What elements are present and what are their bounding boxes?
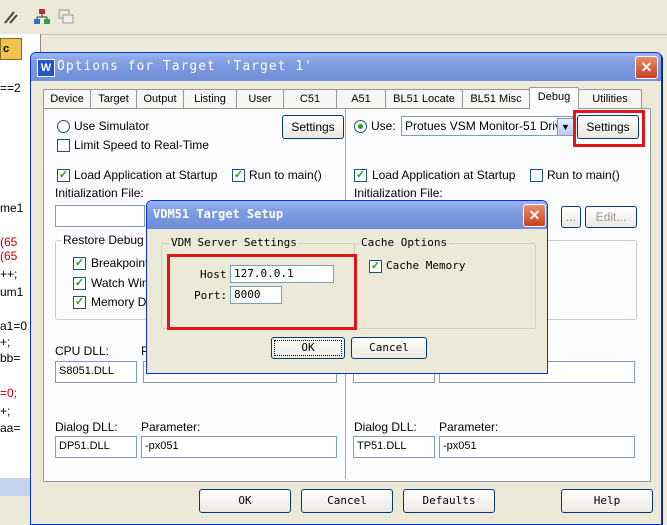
watch-checkbox[interactable]: ✓ — [73, 277, 86, 290]
right-run-to-main-checkbox[interactable] — [530, 169, 543, 182]
ide-toolbar — [0, 0, 667, 35]
tab-bl51-locate[interactable]: BL51 Locate — [385, 89, 463, 108]
tab-debug[interactable]: Debug — [529, 87, 579, 109]
defaults-button[interactable]: Defaults — [403, 489, 495, 513]
right-load-app-checkbox[interactable]: ✓ — [354, 169, 367, 182]
edit-button[interactable]: Edit... — [585, 206, 637, 228]
vdm-server-title: VDM Server Settings — [169, 236, 299, 249]
vdm-cancel-button[interactable]: Cancel — [351, 337, 427, 359]
right-dialog-dll-input[interactable]: TP51.DLL — [353, 436, 435, 458]
cpu-dll-input[interactable]: S8051.DLL — [55, 361, 137, 383]
help-button[interactable]: Help — [561, 489, 653, 513]
tab-device[interactable]: Device — [43, 89, 91, 108]
restore-debug-title: Restore Debug S — [61, 233, 158, 247]
tab-target[interactable]: Target — [90, 89, 137, 108]
code-line: +; — [0, 335, 11, 349]
simulator-settings-button[interactable]: Settings — [282, 115, 344, 139]
vdm-title: VDM51 Target Setup — [153, 207, 284, 221]
right-dialog-param-input[interactable]: -px051 — [439, 436, 635, 458]
vdm-close-icon[interactable]: ✕ — [523, 204, 546, 227]
cancel-button[interactable]: Cancel — [301, 489, 393, 513]
right-load-app-label: Load Application at Startup — [372, 168, 516, 182]
cpu-dll-label: CPU DLL: — [55, 344, 110, 358]
vdm-titlebar[interactable]: VDM51 Target Setup ✕ — [147, 201, 547, 229]
code-line: um1 — [0, 285, 24, 299]
limit-speed-label: Limit Speed to Real-Time — [74, 138, 209, 152]
run-to-main-checkbox[interactable]: ✓ — [232, 169, 245, 182]
code-line: ==2 — [0, 81, 21, 95]
tool-icon[interactable] — [2, 7, 22, 27]
ok-button[interactable]: OK — [199, 489, 291, 513]
memory-checkbox[interactable]: ✓ — [73, 296, 86, 309]
dialog-param-label: Parameter: — [141, 420, 201, 434]
host-port-highlight — [167, 254, 357, 330]
code-line: ++; — [0, 267, 18, 281]
cache-memory-checkbox[interactable]: ✓ — [369, 260, 382, 273]
tab-output[interactable]: Output — [136, 89, 184, 108]
hierarchy-icon[interactable] — [32, 7, 52, 27]
tab-listing[interactable]: Listing — [183, 89, 237, 108]
init-file-label: Initialization File: — [55, 186, 144, 200]
options-titlebar[interactable]: W Options for Target 'Target 1' ✕ — [31, 53, 661, 81]
chevron-down-icon[interactable]: ▼ — [557, 118, 574, 136]
driver-select[interactable]: Protues VSM Monitor-51 Driver — [401, 116, 573, 136]
tab-bl51-misc[interactable]: BL51 Misc — [462, 89, 530, 108]
settings-highlight — [573, 110, 645, 147]
code-line: bb= — [0, 351, 21, 365]
tab-a51[interactable]: A51 — [336, 89, 386, 108]
limit-speed-checkbox[interactable] — [57, 139, 70, 152]
tab-c51[interactable]: C51 — [283, 89, 337, 108]
breakpoints-checkbox[interactable]: ✓ — [73, 257, 86, 270]
code-line: (65 — [0, 249, 18, 263]
cache-options-title: Cache Options — [359, 236, 450, 249]
run-to-main-label: Run to main() — [249, 168, 322, 182]
watch-label: Watch Win — [91, 276, 149, 290]
code-line: a1=0 — [0, 319, 28, 333]
file-tab[interactable]: c — [0, 38, 22, 60]
use-simulator-radio[interactable] — [57, 120, 70, 133]
load-app-label: Load Application at Startup — [74, 168, 218, 182]
right-run-to-main-label: Run to main() — [547, 168, 620, 182]
code-line: =0; — [0, 386, 18, 400]
right-init-file-label: Initialization File: — [354, 186, 443, 200]
code-line: aa= — [0, 421, 21, 435]
dialog-dll-label: Dialog DLL: — [55, 420, 118, 434]
close-icon[interactable]: ✕ — [635, 56, 658, 79]
dialog-param-input[interactable]: -px051 — [141, 436, 337, 458]
code-line: me1 — [0, 201, 24, 215]
vdm-ok-button[interactable]: OK — [271, 337, 345, 359]
cache-options-group — [354, 243, 536, 329]
options-title: Options for Target 'Target 1' — [57, 59, 313, 74]
tab-utilities[interactable]: Utilities — [578, 89, 642, 108]
breakpoints-label: Breakpoints — [91, 256, 155, 270]
window-stack-icon[interactable] — [56, 7, 76, 27]
tab-user[interactable]: User — [236, 89, 284, 108]
code-line: +; — [0, 404, 11, 418]
dialog-dll-input[interactable]: DP51.DLL — [55, 436, 137, 458]
cache-memory-label: Cache Memory — [386, 259, 466, 272]
browse-button[interactable]: ... — [561, 206, 581, 228]
code-line: (65 — [0, 235, 18, 249]
use-driver-radio[interactable] — [354, 120, 367, 133]
load-app-checkbox[interactable]: ✓ — [57, 169, 70, 182]
app-icon: W — [37, 59, 55, 77]
right-dialog-dll-label: Dialog DLL: — [354, 420, 417, 434]
use-simulator-label: Use Simulator — [74, 119, 150, 133]
use-label: Use: — [371, 119, 396, 133]
init-file-input[interactable] — [55, 205, 145, 227]
right-dialog-param-label: Parameter: — [439, 420, 499, 434]
